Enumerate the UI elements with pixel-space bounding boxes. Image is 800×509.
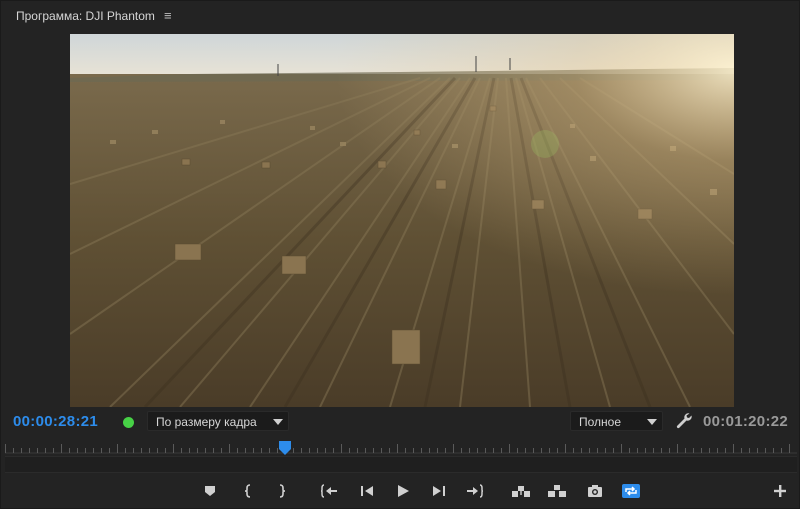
step-back-icon bbox=[361, 486, 373, 496]
video-frame bbox=[70, 34, 734, 407]
button-editor-button[interactable] bbox=[769, 481, 791, 501]
panel-header: Программа: DJI Phantom ≡ bbox=[1, 1, 800, 31]
loop-icon bbox=[622, 484, 640, 498]
extract-button[interactable] bbox=[546, 481, 568, 501]
video-viewer[interactable] bbox=[70, 34, 734, 407]
play-button[interactable] bbox=[392, 481, 414, 501]
lift-icon bbox=[512, 486, 530, 497]
transport-controls bbox=[1, 478, 800, 504]
go-to-out-icon bbox=[467, 484, 484, 498]
timeline-scrollbar[interactable] bbox=[5, 456, 797, 473]
program-monitor-panel: Программа: DJI Phantom ≡ 00:00:28:21 По … bbox=[0, 0, 800, 509]
zoom-level-value: По размеру кадра bbox=[156, 415, 257, 429]
timecode-bar: 00:00:28:21 По размеру кадра Полное 00:0… bbox=[1, 409, 800, 435]
chevron-down-icon bbox=[647, 419, 657, 425]
step-back-button[interactable] bbox=[356, 481, 378, 501]
time-ruler[interactable] bbox=[5, 440, 797, 454]
marker-icon bbox=[205, 486, 215, 496]
wrench-icon[interactable] bbox=[675, 412, 693, 430]
lift-button[interactable] bbox=[510, 481, 532, 501]
playback-resolution-select[interactable]: Полное bbox=[570, 411, 663, 431]
panel-title[interactable]: Программа: DJI Phantom bbox=[16, 9, 155, 23]
step-forward-icon bbox=[433, 486, 445, 496]
go-to-in-button[interactable] bbox=[318, 481, 340, 501]
extract-icon bbox=[548, 485, 566, 497]
mark-out-button[interactable] bbox=[271, 481, 293, 501]
camera-icon bbox=[588, 485, 602, 497]
play-icon bbox=[398, 485, 409, 497]
playhead-handle[interactable] bbox=[278, 441, 291, 455]
export-frame-button[interactable] bbox=[584, 481, 606, 501]
mark-in-icon bbox=[244, 484, 251, 498]
chevron-down-icon bbox=[273, 419, 283, 425]
mark-out-icon bbox=[279, 484, 286, 498]
mark-in-button[interactable] bbox=[237, 481, 259, 501]
add-marker-button[interactable] bbox=[199, 481, 221, 501]
duration-timecode: 00:01:20:22 bbox=[703, 413, 789, 430]
panel-menu-icon[interactable]: ≡ bbox=[164, 8, 172, 23]
zoom-level-select[interactable]: По размеру кадра bbox=[147, 411, 289, 431]
loop-button[interactable] bbox=[620, 481, 642, 501]
go-to-out-button[interactable] bbox=[464, 481, 486, 501]
add-icon bbox=[774, 485, 786, 497]
current-timecode[interactable]: 00:00:28:21 bbox=[13, 413, 98, 430]
step-forward-button[interactable] bbox=[428, 481, 450, 501]
status-indicator bbox=[123, 417, 134, 428]
go-to-in-icon bbox=[320, 484, 337, 498]
playback-resolution-value: Полное bbox=[579, 415, 622, 429]
